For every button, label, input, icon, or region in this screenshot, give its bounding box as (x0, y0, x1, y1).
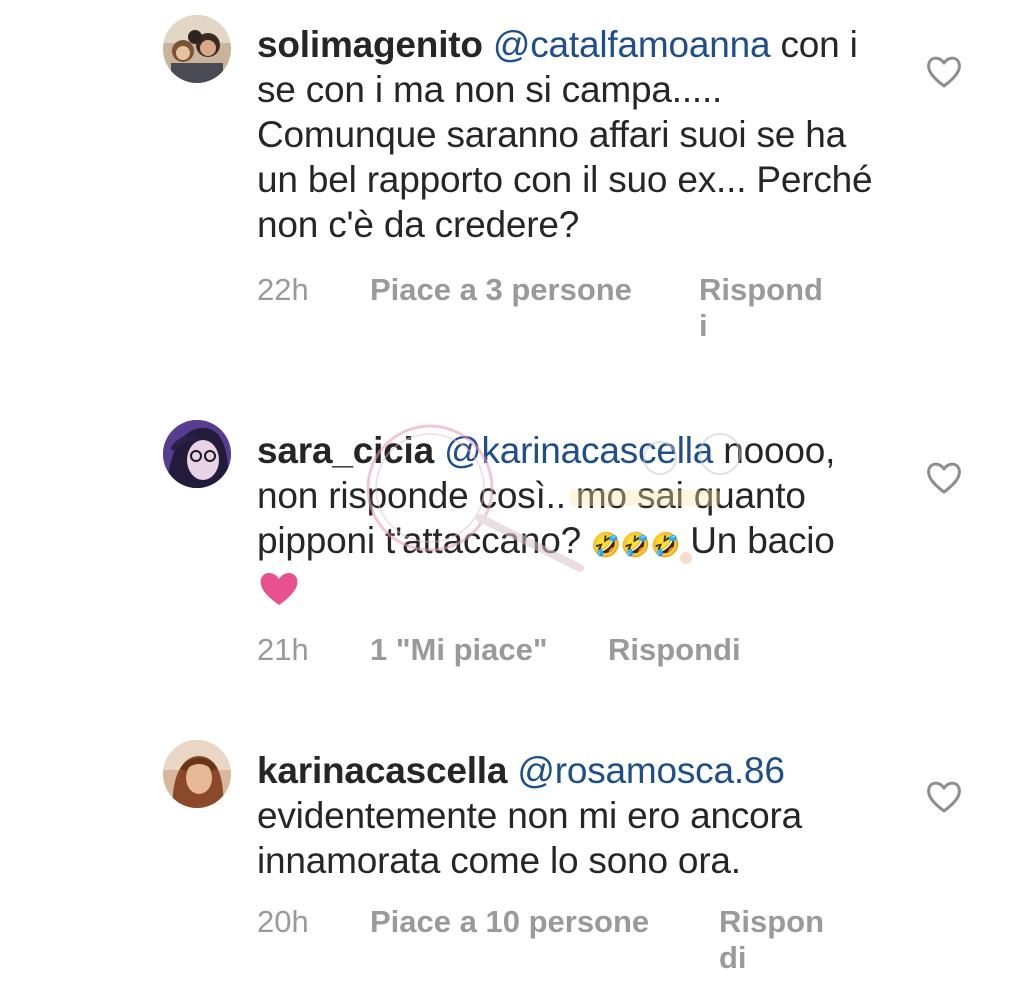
reply-label-line1: Rispon (719, 904, 825, 939)
reply-label-line1: Rispondi (608, 632, 741, 667)
reply-label-line1: Rispond (699, 272, 823, 307)
like-heart-icon[interactable] (924, 52, 964, 92)
comment-text: sara_cicia @karinacascella noooo, non ri… (257, 428, 877, 617)
comment-item: karinacascella @rosamosca.86 evidentemen… (0, 720, 1024, 986)
comment-likes-link[interactable]: Piace a 10 persone (370, 904, 649, 940)
avatar[interactable] (163, 15, 231, 83)
comment-timestamp: 22h (257, 272, 309, 307)
avatar[interactable] (163, 420, 231, 488)
comment-username[interactable]: karinacascella (257, 750, 507, 791)
like-heart-icon[interactable] (924, 458, 964, 498)
pink-heart-emoji (257, 569, 301, 617)
reply-label-line2: i (699, 308, 708, 343)
comment-timestamp: 20h (257, 904, 309, 939)
avatar[interactable] (163, 740, 231, 808)
comment-likes-link[interactable]: 1 "Mi piace" (370, 632, 548, 668)
comment-likes-link[interactable]: Piace a 3 persone (370, 272, 632, 308)
comment-username[interactable]: sara_cicia (257, 430, 434, 471)
comment-item: sara_cicia @karinacascella noooo, non ri… (0, 400, 1024, 700)
comment-text: solimagenito @catalfamoanna con i se con… (257, 22, 877, 247)
comment-mention[interactable]: @rosamosca.86 (517, 750, 785, 791)
reply-button[interactable]: Rispond i (699, 272, 823, 344)
comment-item: solimagenito @catalfamoanna con i se con… (0, 0, 1024, 360)
comment-body: evidentemente non mi ero ancora innamora… (257, 795, 803, 881)
comment-timestamp: 21h (257, 632, 309, 667)
reply-button[interactable]: Rispondi (608, 632, 741, 668)
comment-username[interactable]: solimagenito (257, 24, 483, 65)
reply-button[interactable]: Rispon di (719, 904, 824, 976)
like-heart-icon[interactable] (924, 777, 964, 817)
comment-text: karinacascella @rosamosca.86 evidentemen… (257, 748, 877, 883)
comment-mention[interactable]: @catalfamoanna (493, 24, 771, 65)
emoji-row: 🤣🤣🤣 (591, 531, 681, 559)
comment-mention[interactable]: @karinacascella (444, 430, 713, 471)
reply-label-line2: di (719, 940, 747, 975)
comment-body-end: Un bacio (690, 520, 835, 561)
